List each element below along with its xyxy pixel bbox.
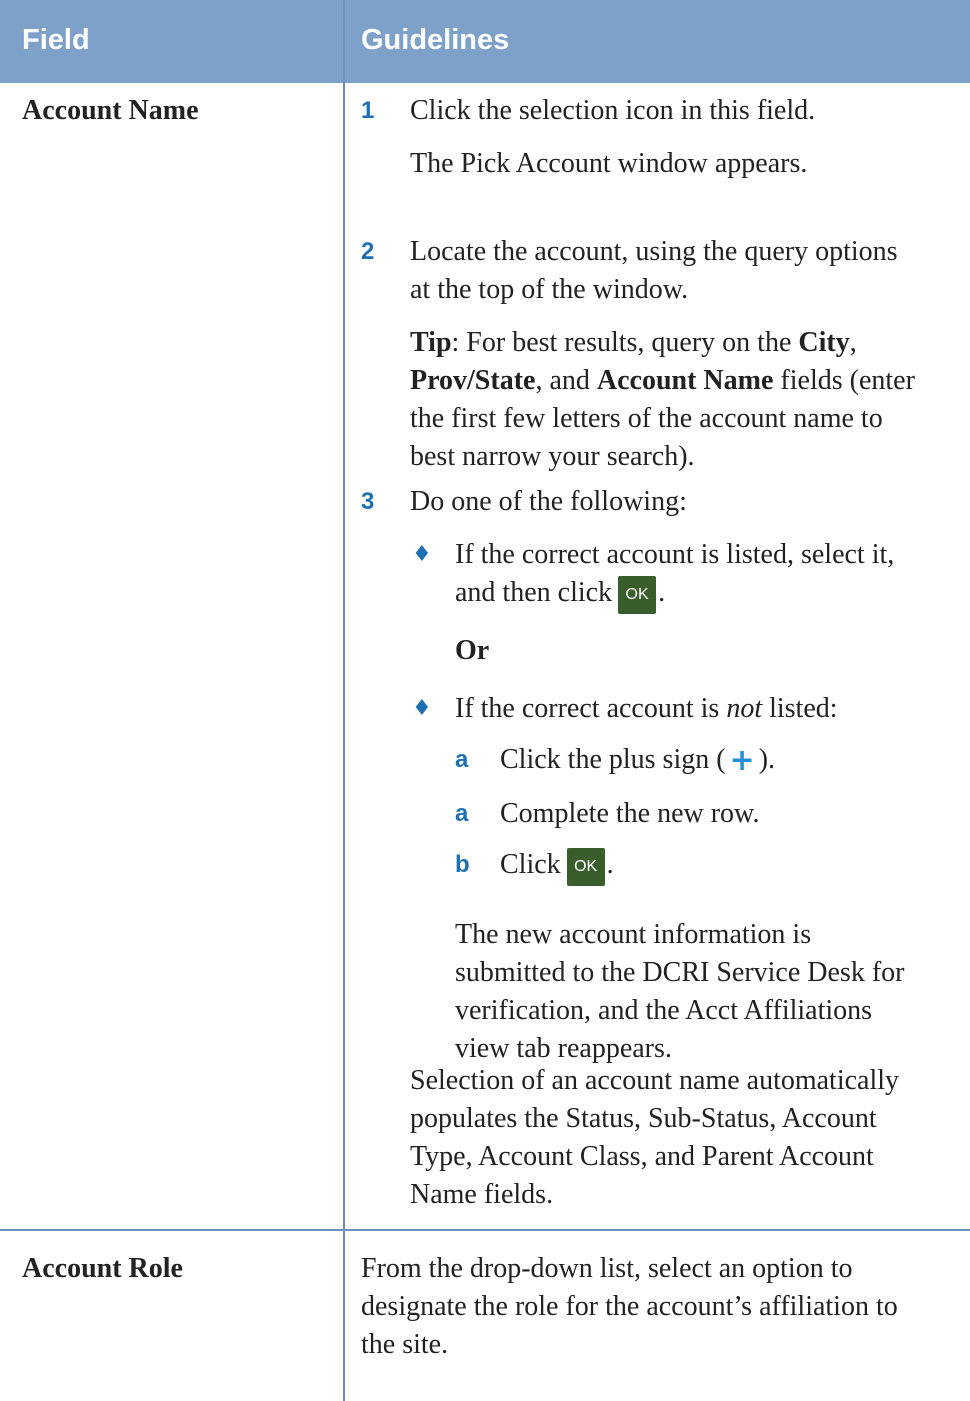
step-number-3: 3: [361, 488, 375, 515]
result-line1: The new account information is: [455, 919, 812, 950]
tip-line-4: best narrow your search).: [410, 441, 695, 472]
account-role-line1: From the drop-down list, select an optio…: [361, 1253, 853, 1284]
substep-a2-text: Complete the new row.: [500, 798, 760, 829]
substep-letter-a-2: a: [455, 800, 469, 827]
step-3-text: Do one of the following:: [410, 486, 687, 517]
substep-b-text: Click OK.: [500, 845, 614, 886]
note-line4: Name fields.: [410, 1179, 554, 1210]
diamond-bullet-icon: ♦: [412, 542, 432, 567]
row-divider: [0, 1229, 970, 1231]
table-header: Field Guidelines: [0, 0, 970, 83]
step-1-result: The Pick Account window appears.: [410, 148, 808, 179]
column-divider: [343, 0, 345, 1401]
diamond-bullet-icon: ♦: [412, 696, 432, 721]
tip-line-3: the first few letters of the account nam…: [410, 403, 883, 434]
note-line2: populates the Status, Sub-Status, Accoun…: [410, 1103, 877, 1134]
step-number-1: 1: [361, 97, 375, 124]
option-1-line2: and then click OK.: [455, 573, 665, 614]
field-account-name: Account Name: [22, 95, 199, 126]
result-line2: submitted to the DCRI Service Desk for: [455, 957, 905, 988]
tip-line-1: Tip: For best results, query on the City…: [410, 327, 857, 358]
step-1-text: Click the selection icon in this field.: [410, 95, 816, 126]
option-1-line1: If the correct account is listed, select…: [455, 539, 895, 570]
substep-letter-a: a: [455, 746, 469, 773]
ok-button[interactable]: OK: [618, 575, 657, 614]
account-role-line3: the site.: [361, 1329, 449, 1360]
column-header-guidelines: Guidelines: [361, 24, 510, 56]
column-header-field: Field: [22, 24, 90, 56]
plus-icon: +: [729, 743, 755, 778]
note-line3: Type, Account Class, and Parent Account: [410, 1141, 874, 1172]
note-line1: Selection of an account name automatical…: [410, 1065, 900, 1096]
tip-line-2: Prov/State, and Account Name fields (ent…: [410, 365, 915, 396]
step-2-text-line1: Locate the account, using the query opti…: [410, 236, 898, 267]
result-line3: verification, and the Acct Affiliations: [455, 995, 873, 1026]
ok-button[interactable]: OK: [566, 847, 605, 886]
step-2-text-line2: at the top of the window.: [410, 274, 689, 305]
substep-letter-b: b: [455, 851, 470, 878]
substep-a-text: Click the plus sign (+).: [500, 743, 776, 778]
account-role-line2: designate the role for the account’s aff…: [361, 1291, 898, 1322]
or-label: Or: [455, 635, 490, 666]
field-account-role: Account Role: [22, 1253, 183, 1284]
step-number-2: 2: [361, 238, 375, 265]
option-2-text: If the correct account is not listed:: [455, 693, 838, 724]
